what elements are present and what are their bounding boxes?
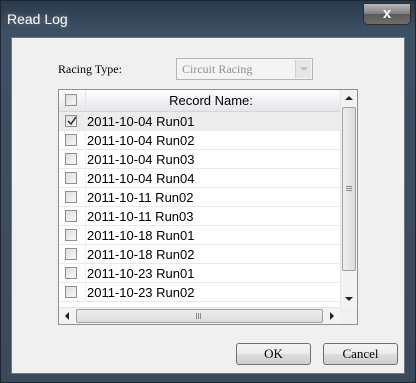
record-name-header[interactable]: Record Name: <box>86 93 336 108</box>
record-checkbox[interactable] <box>65 191 77 203</box>
record-checkbox[interactable] <box>65 210 77 222</box>
column-separator <box>85 131 86 149</box>
record-list: Record Name: 2011-10-04 Run01 2011-10-04 … <box>58 89 358 325</box>
record-row[interactable]: 2011-10-18 Run01 <box>59 226 340 245</box>
title-bar[interactable]: Read Log x <box>1 1 415 37</box>
column-separator <box>85 207 86 225</box>
thumb-grip <box>346 188 352 189</box>
arrow-down-icon <box>345 297 353 301</box>
record-checkbox[interactable] <box>65 134 77 146</box>
record-row[interactable]: 2011-10-23 Run01 <box>59 264 340 283</box>
thumb-grip <box>196 313 197 319</box>
column-separator <box>85 150 86 168</box>
scroll-corner <box>340 307 357 324</box>
record-checkbox[interactable] <box>65 172 77 184</box>
record-name: 2011-10-11 Run03 <box>87 209 194 224</box>
record-name: 2011-10-04 Run03 <box>87 152 195 167</box>
thumb-grip <box>198 313 199 319</box>
record-row[interactable]: 2011-10-23 Run02 <box>59 283 340 302</box>
close-button[interactable]: x <box>363 3 411 25</box>
record-row[interactable]: 2011-10-11 Run03 <box>59 207 340 226</box>
record-row[interactable]: 2011-10-11 Run02 <box>59 188 340 207</box>
scroll-right-button[interactable] <box>323 308 340 324</box>
record-name: 2011-10-04 Run02 <box>87 133 195 148</box>
record-row[interactable]: 2011-10-04 Run01 <box>59 112 340 131</box>
column-separator <box>85 169 86 187</box>
dropdown-button[interactable] <box>295 60 311 78</box>
record-checkbox[interactable] <box>65 115 77 127</box>
thumb-grip <box>346 186 352 187</box>
record-list-header: Record Name: <box>59 90 340 112</box>
ok-button[interactable]: OK <box>236 343 311 365</box>
column-separator <box>85 245 86 263</box>
racing-type-select[interactable]: Circuit Racing <box>176 58 313 80</box>
thumb-grip <box>200 313 201 319</box>
arrow-up-icon <box>345 96 353 100</box>
cancel-button[interactable]: Cancel <box>323 343 398 365</box>
record-name: 2011-10-04 Run04 <box>87 171 195 186</box>
record-checkbox[interactable] <box>65 286 77 298</box>
record-checkbox[interactable] <box>65 153 77 165</box>
record-row[interactable]: 2011-10-04 Run02 <box>59 131 340 150</box>
select-all-checkbox[interactable] <box>65 94 77 106</box>
record-name: 2011-10-23 Run02 <box>87 285 195 300</box>
column-separator <box>85 283 86 301</box>
thumb-grip <box>346 190 352 191</box>
vertical-scroll-thumb[interactable] <box>342 107 356 271</box>
record-name: 2011-10-11 Run02 <box>87 190 194 205</box>
vertical-scrollbar[interactable] <box>340 90 357 307</box>
column-separator <box>85 112 86 130</box>
chevron-down-icon <box>300 67 308 71</box>
column-separator <box>85 226 86 244</box>
record-name: 2011-10-04 Run01 <box>87 114 195 129</box>
arrow-right-icon <box>330 312 334 320</box>
horizontal-scrollbar[interactable] <box>59 307 340 324</box>
horizontal-scroll-thumb[interactable] <box>76 309 323 323</box>
record-row[interactable]: 2011-10-04 Run03 <box>59 150 340 169</box>
record-checkbox[interactable] <box>65 229 77 241</box>
record-checkbox[interactable] <box>65 248 77 260</box>
checkmark-icon <box>67 116 77 126</box>
record-row[interactable]: 2011-10-04 Run04 <box>59 169 340 188</box>
column-separator <box>85 188 86 206</box>
scroll-left-button[interactable] <box>59 308 76 324</box>
column-separator <box>85 264 86 282</box>
arrow-left-icon <box>65 312 69 320</box>
close-icon: x <box>382 5 392 22</box>
record-name: 2011-10-18 Run02 <box>87 247 195 262</box>
header-checkbox-cell <box>59 90 86 111</box>
racing-type-label: Racing Type: <box>58 62 122 76</box>
window-title: Read Log <box>7 11 68 27</box>
scroll-down-button[interactable] <box>341 290 357 307</box>
record-checkbox[interactable] <box>65 267 77 279</box>
record-name: 2011-10-23 Run01 <box>87 266 195 281</box>
scroll-up-button[interactable] <box>341 90 357 107</box>
record-row[interactable]: 2011-10-18 Run02 <box>59 245 340 264</box>
record-name: 2011-10-18 Run01 <box>87 228 195 243</box>
racing-type-value: Circuit Racing <box>182 62 253 76</box>
